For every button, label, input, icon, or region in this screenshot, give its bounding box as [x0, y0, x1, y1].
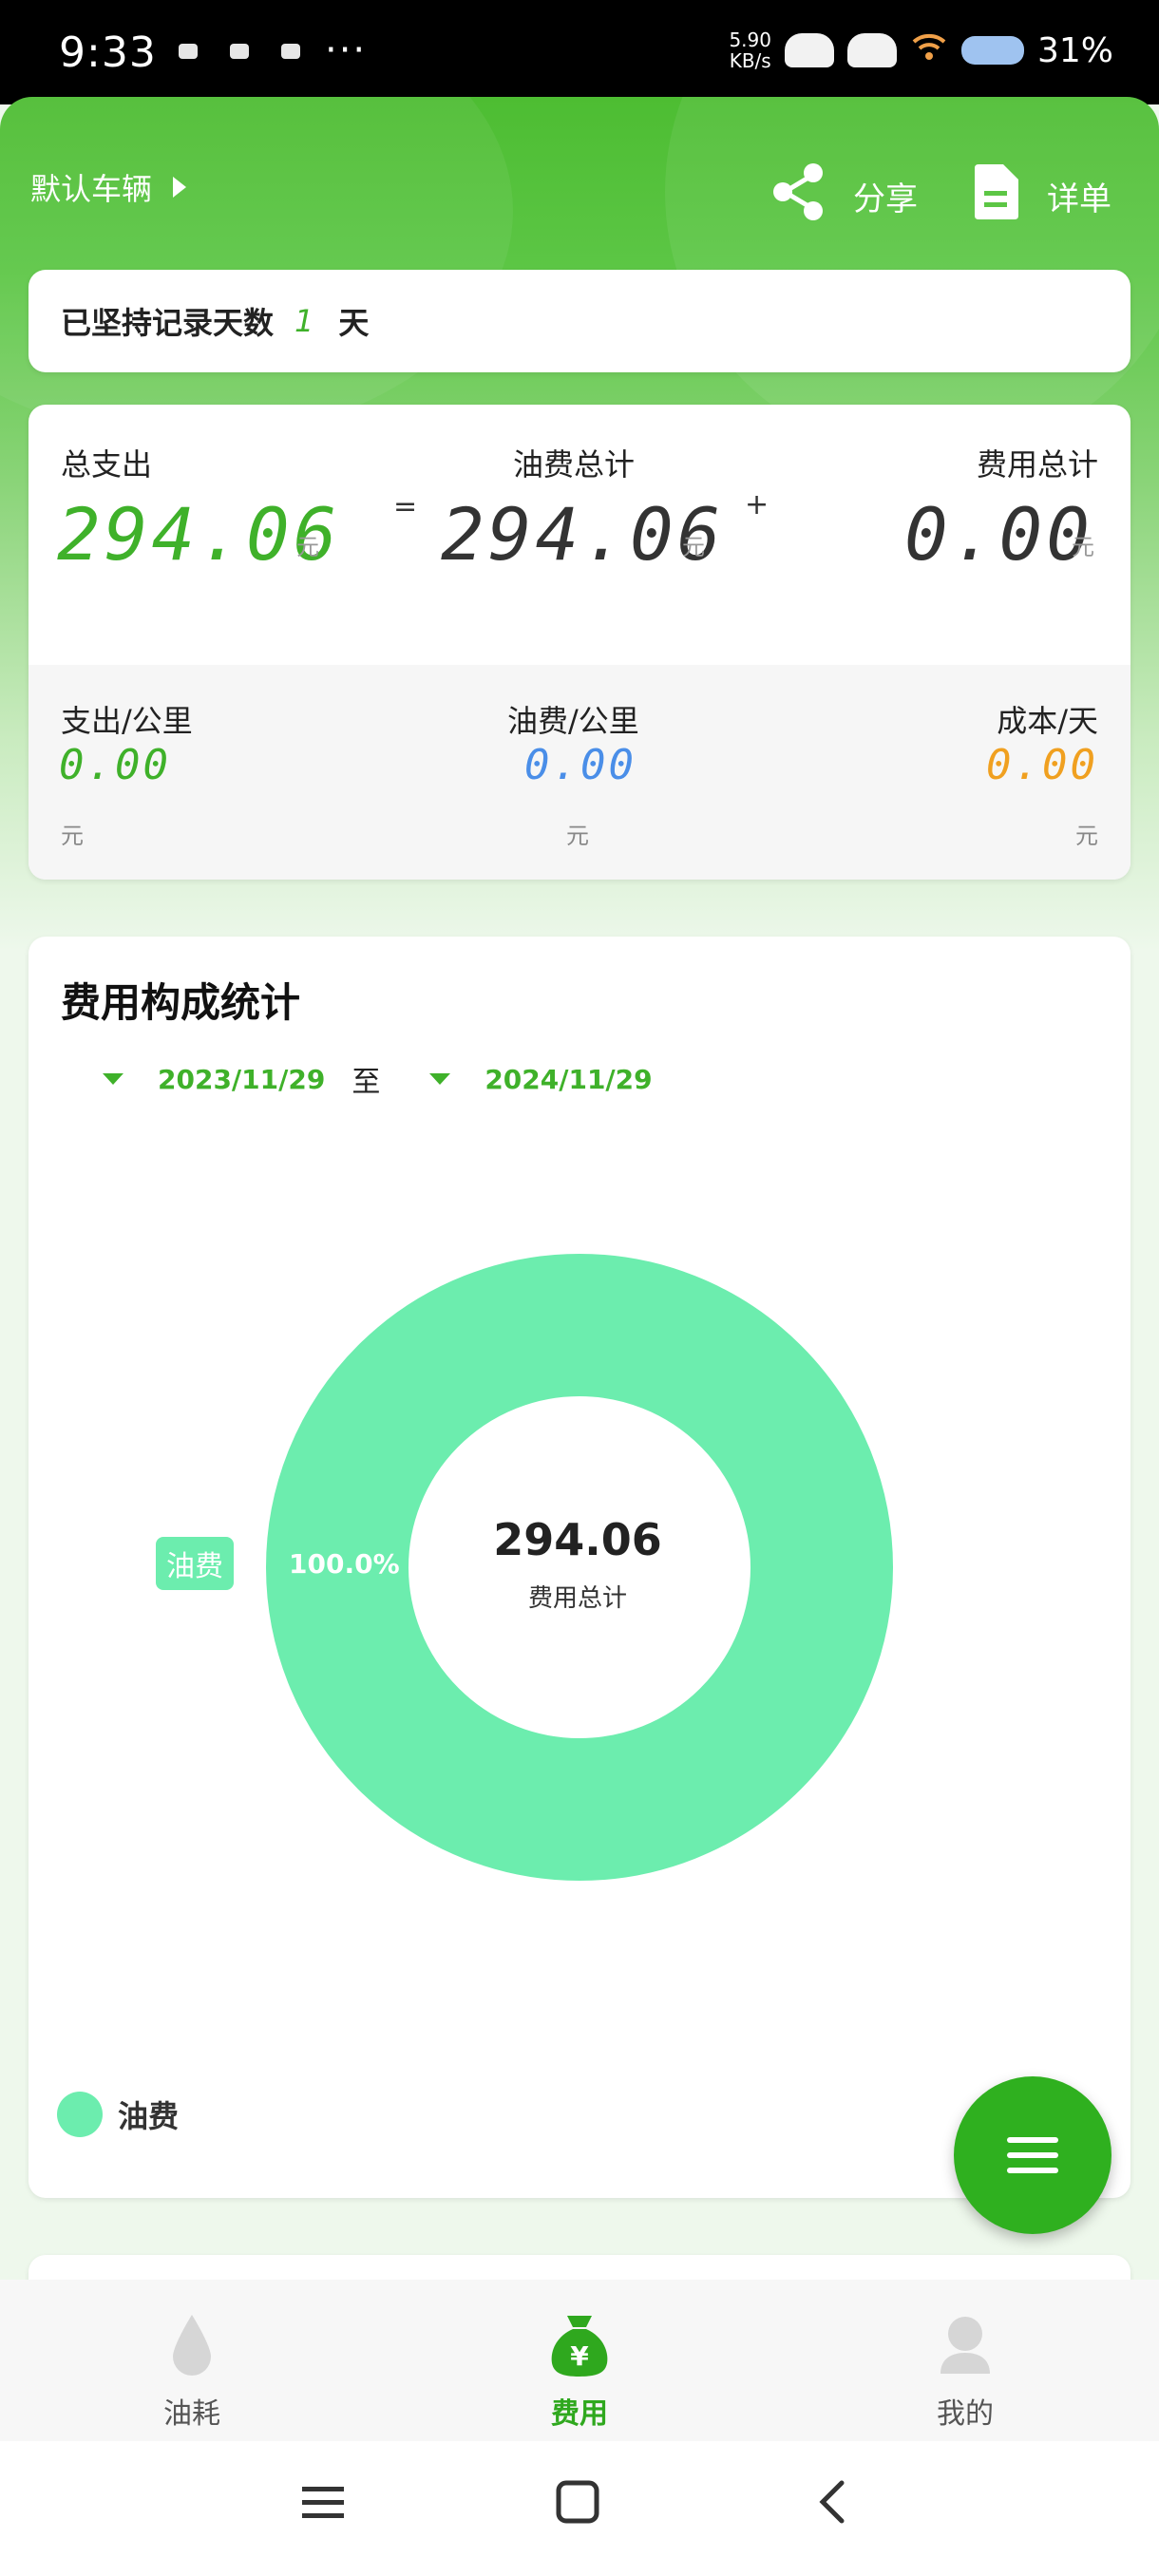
total-expense-unit: 元 — [296, 534, 319, 560]
home-button[interactable] — [555, 2479, 600, 2529]
caret-down-icon — [429, 1073, 451, 1085]
square-icon — [556, 2480, 599, 2524]
expense-per-km-value: 0.00 — [59, 741, 171, 789]
notification-icon — [281, 44, 300, 59]
battery-icon — [960, 36, 1024, 65]
tab-mine[interactable]: 我的 — [870, 2310, 1060, 2432]
caret-down-icon — [103, 1073, 124, 1085]
stats-title: 费用构成统计 — [61, 979, 301, 1026]
money-bag-icon: ¥ — [484, 2310, 674, 2380]
header-actions: 分享 详单 — [770, 161, 1112, 231]
cloud-signal-icon — [784, 33, 834, 67]
fuel-per-km-unit: 元 — [566, 823, 589, 849]
cost-per-day-value: 0.00 — [986, 741, 1098, 789]
hd-cloud-signal-icon — [846, 33, 897, 67]
plus-sign: + — [745, 488, 770, 521]
fuel-total-unit: 元 — [682, 534, 705, 560]
cost-per-day-label: 成本/天 — [997, 703, 1098, 739]
fuel-total-label: 油费总计 — [513, 446, 636, 483]
svg-text:¥: ¥ — [570, 2340, 589, 2372]
droplet-icon — [97, 2310, 287, 2380]
slice-percent-label: 100.0% — [289, 1548, 400, 1580]
summary-rates: 支出/公里 0.00 元 油费/公里 0.00 元 成本/天 0.00 元 — [28, 665, 1130, 880]
net-speed-value: 5.90 — [729, 28, 771, 51]
expense-per-km-unit: 元 — [61, 823, 84, 849]
status-right: 5.90 KB/s 31% — [729, 27, 1113, 74]
user-icon — [870, 2310, 1060, 2380]
chevron-left-icon — [819, 2480, 845, 2524]
menu-icon — [1007, 2137, 1058, 2143]
detail-label: 详单 — [1047, 180, 1112, 218]
donut-center-value: 294.06 — [493, 1514, 662, 1565]
share-label: 分享 — [853, 180, 918, 218]
equals-sign: = — [393, 490, 418, 523]
notification-icon — [179, 44, 198, 59]
fee-total-value: 0.00 — [904, 492, 1094, 577]
detail-button[interactable]: 详单 — [971, 162, 1112, 230]
recent-apps-button[interactable] — [300, 2479, 346, 2529]
tab-label-fuel: 油耗 — [163, 2397, 220, 2431]
donut-slice[interactable] — [266, 1254, 893, 1881]
tab-fuel-consumption[interactable]: 油耗 — [97, 2310, 287, 2432]
status-bar: 9:33 ··· 5.90 KB/s 31% — [0, 0, 1159, 104]
triangle-right-icon — [173, 177, 187, 198]
chart-legend: 油费 — [57, 2092, 179, 2137]
share-icon — [770, 161, 826, 231]
notification-icon — [230, 44, 249, 59]
vehicle-selector[interactable]: 默认车辆 — [30, 165, 187, 209]
menu-icon — [302, 2487, 344, 2518]
fee-total-label: 费用总计 — [976, 446, 1098, 483]
net-speed: 5.90 KB/s — [729, 29, 771, 71]
net-speed-unit: KB/s — [729, 49, 771, 72]
summary-totals: 总支出 294.06 元 = 油费总计 294.06 元 + 费用总计 0.00… — [28, 405, 1130, 665]
more-notifications-icon: ··· — [325, 28, 368, 72]
document-icon — [971, 162, 1020, 230]
share-button[interactable]: 分享 — [770, 161, 918, 231]
bottom-tab-bar: 油耗 ¥ 费用 我的 — [0, 2280, 1159, 2441]
end-date[interactable]: 2024/11/29 — [484, 1064, 652, 1095]
streak-days: 1 — [294, 303, 314, 339]
notification-icons — [179, 44, 300, 59]
legend-label: 油费 — [118, 2098, 180, 2134]
menu-fab-button[interactable] — [954, 2076, 1112, 2234]
summary-card: 总支出 294.06 元 = 油费总计 294.06 元 + 费用总计 0.00… — [28, 405, 1130, 880]
fee-total-unit: 元 — [1072, 534, 1094, 560]
system-nav-bar — [0, 2441, 1159, 2576]
fuel-per-km-value: 0.00 — [524, 741, 636, 789]
date-separator: 至 — [352, 1066, 381, 1099]
date-range: 2023/11/29 至 2024/11/29 — [103, 1058, 653, 1100]
total-expense-label: 总支出 — [61, 446, 153, 483]
tab-label-expense: 费用 — [551, 2397, 608, 2431]
status-time: 9:33 — [59, 28, 157, 77]
start-date[interactable]: 2023/11/29 — [158, 1064, 325, 1095]
streak-suffix: 天 — [338, 305, 370, 341]
cost-per-day-unit: 元 — [1075, 823, 1098, 849]
slice-category-label: 油费 — [156, 1537, 234, 1590]
wifi-icon — [910, 27, 948, 74]
vehicle-name: 默认车辆 — [30, 171, 153, 207]
tab-label-mine: 我的 — [937, 2397, 994, 2431]
streak-card: 已坚持记录天数 1 天 — [28, 270, 1130, 372]
fuel-per-km-label: 油费/公里 — [507, 703, 639, 739]
streak-prefix: 已坚持记录天数 — [61, 305, 275, 341]
expense-per-km-label: 支出/公里 — [61, 703, 193, 739]
legend-swatch — [57, 2092, 103, 2137]
donut-center-label: 费用总计 — [527, 1584, 627, 1613]
tab-expense[interactable]: ¥ 费用 — [484, 2310, 674, 2432]
battery-percent: 31% — [1036, 30, 1113, 70]
back-button[interactable] — [809, 2479, 855, 2529]
